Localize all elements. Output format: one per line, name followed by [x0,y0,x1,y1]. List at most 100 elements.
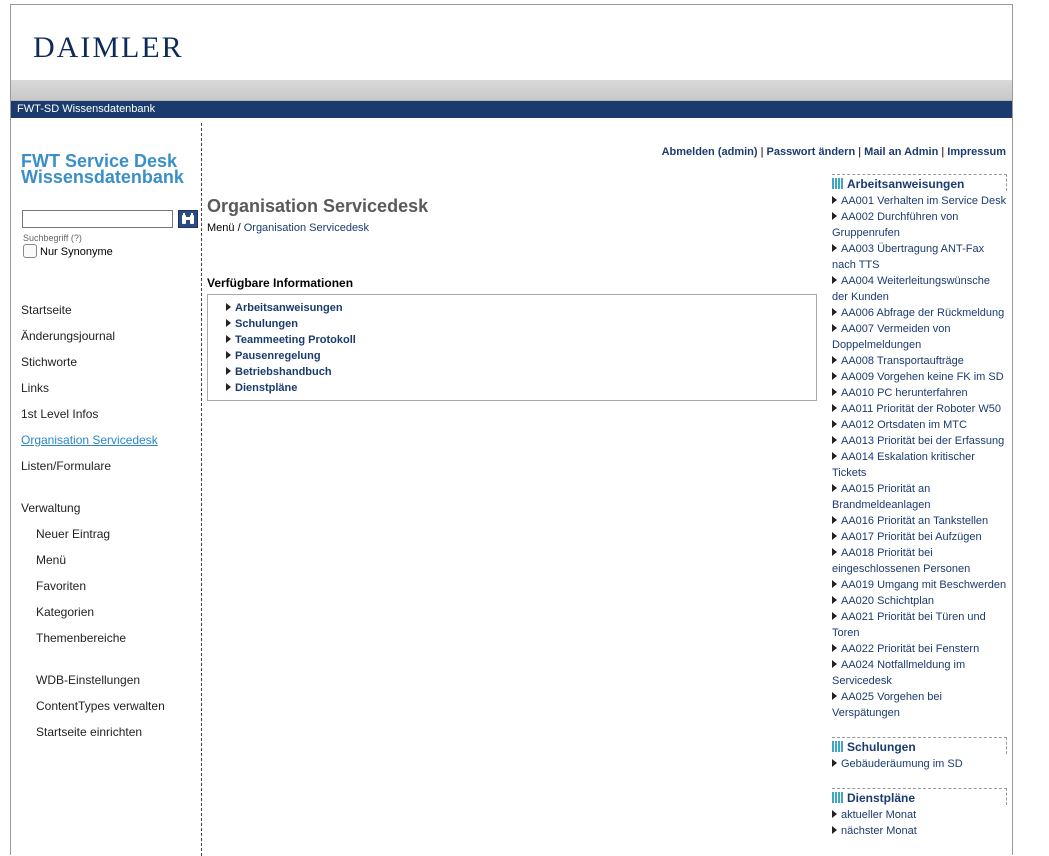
arrow-right-icon [832,660,837,668]
arbeitsanweisung-item[interactable]: AA025 Vorgehen bei Verspätungen [832,689,1008,721]
box-dienstplaene-header: Dienstpläne [832,788,1007,805]
sidebar-item-neuer-eintrag[interactable]: Neuer Eintrag [36,527,110,541]
arrow-right-icon [832,826,837,834]
sidebar-item-menue[interactable]: Menü [36,553,66,567]
arbeitsanweisung-item[interactable]: AA011 Priorität der Roboter W50 [832,401,1008,417]
arbeitsanweisung-item[interactable]: AA021 Priorität bei Türen und Toren [832,609,1008,641]
sidebar-item-organisation-servicedesk[interactable]: Organisation Servicedesk [21,433,158,447]
arrow-right-icon [832,452,837,460]
bars-icon [832,178,844,189]
synonym-checkbox[interactable] [23,244,37,258]
arbeitsanweisung-item[interactable]: AA022 Priorität bei Fenstern [832,641,1008,657]
arrow-right-icon [832,404,837,412]
sidebar-item-startseite[interactable]: Startseite [21,303,72,317]
sidebar-item-themenbereiche[interactable]: Themenbereiche [36,631,126,645]
sidebar-item-startseite-einrichten[interactable]: Startseite einrichten [36,725,142,739]
logout-link[interactable]: Abmelden (admin) [662,146,758,158]
bars-icon [832,741,844,752]
info-list: Arbeitsanweisungen Schulungen Teammeetin… [207,294,817,401]
schulung-item[interactable]: Gebäuderäumung im SD [832,756,1008,772]
arbeitsanweisung-item[interactable]: AA015 Priorität an Brandmeldeanlagen [832,481,1008,513]
sidebar: FWT Service Desk Wissensdatenbank Suchbe… [11,123,202,856]
sidebar-item-favoriten[interactable]: Favoriten [36,579,86,593]
arbeitsanweisung-item[interactable]: AA014 Eskalation kritischer Tickets [832,449,1008,481]
arrow-right-icon [832,212,837,220]
arrow-right-icon [832,324,837,332]
sidebar-item-1st-level-infos[interactable]: 1st Level Infos [21,407,98,421]
arbeitsanweisung-item[interactable]: AA019 Umgang mit Beschwerden [832,577,1008,593]
arbeitsanweisung-item[interactable]: AA001 Verhalten im Service Desk [832,193,1008,209]
breadcrumb-root[interactable]: Menü [207,222,235,234]
arbeitsanweisung-item[interactable]: AA002 Durchführen von Gruppenrufen [832,209,1008,241]
section-title: Verfügbare Informationen [207,276,354,290]
arrow-right-icon [832,372,837,380]
info-item-dienstplaene[interactable]: Dienstpläne [226,382,297,394]
arrow-right-icon [832,532,837,540]
arrow-right-icon [832,244,837,252]
change-password-link[interactable]: Passwort ändern [767,146,856,158]
search-button[interactable] [178,210,199,228]
arbeitsanweisung-item[interactable]: AA013 Priorität bei der Erfassung [832,433,1008,449]
app-title[interactable]: FWT Service Desk Wissensdatenbank [21,152,184,187]
binoculars-icon [182,213,195,224]
arrow-right-icon [832,436,837,444]
arbeitsanweisung-item[interactable]: AA020 Schichtplan [832,593,1008,609]
info-item-teammeeting-protokoll[interactable]: Teammeeting Protokoll [226,334,356,346]
logo-bar: DAIMLER [11,5,1012,80]
arrow-right-icon [832,420,837,428]
impressum-link[interactable]: Impressum [947,146,1006,158]
arbeitsanweisung-item[interactable]: AA006 Abfrage der Rückmeldung [832,305,1008,321]
arrow-right-icon [832,484,837,492]
arrow-right-icon [226,319,231,327]
arrow-right-icon [832,516,837,524]
title-bar: FWT-SD Wissensdatenbank [11,101,1012,118]
sidebar-item-listen-formulare[interactable]: Listen/Formulare [21,459,111,473]
sidebar-item-contenttypes-verwalten[interactable]: ContentTypes verwalten [36,699,165,713]
arbeitsanweisung-item[interactable]: AA010 PC herunterfahren [832,385,1008,401]
arbeitsanweisung-item[interactable]: AA012 Ortsdaten im MTC [832,417,1008,433]
arrow-right-icon [226,303,231,311]
arrow-right-icon [226,351,231,359]
arbeitsanweisung-item[interactable]: AA018 Priorität bei eingeschlossenen Per… [832,545,1008,577]
top-links: Abmelden (admin) | Passwort ändern | Mai… [661,146,1006,158]
daimler-logo[interactable]: DAIMLER [33,31,184,65]
arbeitsanweisung-item[interactable]: AA009 Vorgehen keine FK im SD [832,369,1008,385]
bars-icon [832,792,844,803]
breadcrumb: Menü / Organisation Servicedesk [207,222,369,234]
arrow-right-icon [226,335,231,343]
arbeitsanweisung-item[interactable]: AA016 Priorität an Tankstellen [832,513,1008,529]
arrow-right-icon [832,308,837,316]
arbeitsanweisung-item[interactable]: AA004 Weiterleitungswünsche der Kunden [832,273,1008,305]
arbeitsanweisung-item[interactable]: AA008 Transportaufträge [832,353,1008,369]
arbeitsanweisung-item[interactable]: AA024 Notfallmeldung im Servicedesk [832,657,1008,689]
arrow-right-icon [832,612,837,620]
arbeitsanweisung-item[interactable]: AA017 Priorität bei Aufzügen [832,529,1008,545]
info-item-arbeitsanweisungen[interactable]: Arbeitsanweisungen [226,302,343,314]
sidebar-item-aenderungsjournal[interactable]: Änderungsjournal [21,329,115,343]
mail-admin-link[interactable]: Mail an Admin [864,146,938,158]
app-title-line2: Wissensdatenbank [21,167,184,187]
info-item-schulungen[interactable]: Schulungen [226,318,298,330]
sidebar-item-links[interactable]: Links [21,381,49,395]
arrow-right-icon [832,356,837,364]
search-hint[interactable]: Suchbegriff (?) [23,233,82,243]
info-item-betriebshandbuch[interactable]: Betriebshandbuch [226,366,332,378]
search-input[interactable] [22,210,173,228]
arbeitsanweisung-item[interactable]: AA003 Übertragung ANT-Fax nach TTS [832,241,1008,273]
dienstplan-aktuell[interactable]: aktueller Monat [832,807,1008,823]
breadcrumb-current[interactable]: Organisation Servicedesk [244,222,369,234]
arrow-right-icon [832,596,837,604]
dienstplan-naechster[interactable]: nächster Monat [832,823,1008,839]
arbeitsanweisung-item[interactable]: AA007 Vermeiden von Doppelmeldungen [832,321,1008,353]
arrow-right-icon [832,548,837,556]
synonym-label: Nur Synonyme [40,246,113,258]
box-arbeitsanweisungen-header: Arbeitsanweisungen [832,174,1007,191]
arrow-right-icon [832,580,837,588]
sidebar-item-stichworte[interactable]: Stichworte [21,355,77,369]
sidebar-heading-verwaltung[interactable]: Verwaltung [21,501,80,515]
arrow-right-icon [226,383,231,391]
info-item-pausenregelung[interactable]: Pausenregelung [226,350,321,362]
search-row [22,210,199,228]
sidebar-item-wdb-einstellungen[interactable]: WDB-Einstellungen [36,673,140,687]
sidebar-item-kategorien[interactable]: Kategorien [36,605,94,619]
